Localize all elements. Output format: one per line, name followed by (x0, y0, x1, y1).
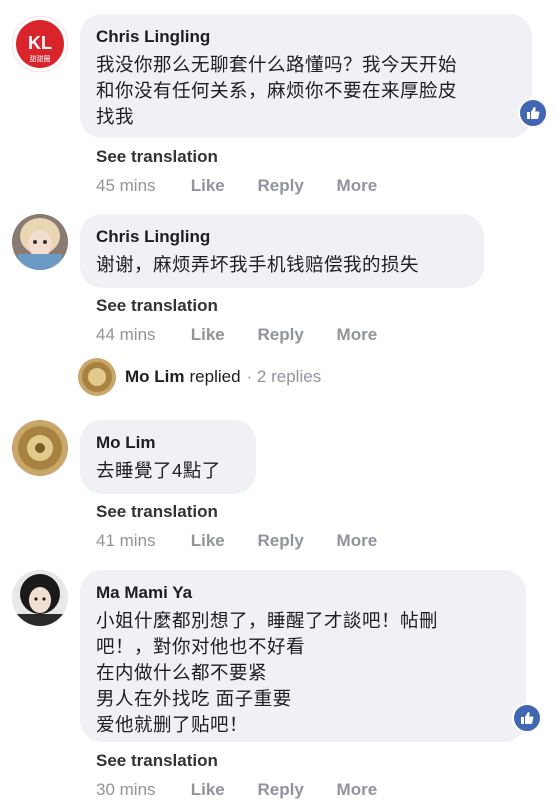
avatar[interactable] (12, 570, 68, 626)
more-button[interactable]: More (337, 780, 378, 800)
avatar-photo (12, 214, 68, 270)
comment-actions: 45 mins Like Reply More (96, 176, 405, 196)
more-button[interactable]: More (337, 325, 378, 345)
comment-bubble: Chris Lingling 谢谢，麻烦弄坏我手机钱赔偿我的损失 (80, 214, 484, 288)
reply-count[interactable]: · 2 replies (247, 367, 322, 387)
comment-timestamp: 30 mins (96, 780, 156, 799)
more-button[interactable]: More (337, 531, 378, 551)
comment-actions: 41 mins Like Reply More (96, 531, 405, 551)
comment-bubble: Mo Lim 去睡覺了4點了 (80, 420, 256, 494)
comment-timestamp: 41 mins (96, 531, 156, 550)
like-button[interactable]: Like (191, 325, 225, 345)
avatar[interactable] (12, 214, 68, 270)
comment-actions: 30 mins Like Reply More (96, 780, 405, 800)
avatar (78, 358, 116, 396)
reply-author[interactable]: Mo Lim (125, 367, 185, 387)
replied-label: replied (189, 367, 241, 386)
avatar[interactable]: KL 甜甜圈 (12, 16, 68, 72)
comment-author[interactable]: Chris Lingling (96, 26, 516, 48)
svg-text:KL: KL (28, 33, 52, 53)
avatar-photo (12, 420, 68, 476)
comment-timestamp: 44 mins (96, 325, 156, 344)
comment-text: 我没你那么无聊套什么路懂吗？我今天开始 和你没有任何关系，麻烦你不要在来厚脸皮 … (96, 54, 458, 127)
like-button[interactable]: Like (191, 176, 225, 196)
comment-text: 去睡覺了4點了 (96, 460, 221, 481)
see-translation-link[interactable]: See translation (96, 751, 218, 771)
see-translation-link[interactable]: See translation (96, 296, 218, 316)
reply-button[interactable]: Reply (258, 325, 304, 345)
see-translation-link[interactable]: See translation (96, 147, 218, 167)
avatar-kl-logo: KL 甜甜圈 (12, 16, 68, 72)
see-translation-link[interactable]: See translation (96, 502, 218, 522)
reply-button[interactable]: Reply (258, 176, 304, 196)
more-button[interactable]: More (337, 176, 378, 196)
avatar[interactable] (12, 420, 68, 476)
comment-actions: 44 mins Like Reply More (96, 325, 405, 345)
avatar-photo (12, 570, 68, 626)
reply-button[interactable]: Reply (258, 780, 304, 800)
comment-author[interactable]: Mo Lim (96, 432, 240, 454)
like-button[interactable]: Like (191, 780, 225, 800)
reply-button[interactable]: Reply (258, 531, 304, 551)
comment-text: 谢谢，麻烦弄坏我手机钱赔偿我的损失 (96, 254, 420, 275)
like-button[interactable]: Like (191, 531, 225, 551)
comment-timestamp: 45 mins (96, 176, 156, 195)
comment-bubble: Chris Lingling 我没你那么无聊套什么路懂吗？我今天开始 和你没有任… (80, 14, 532, 138)
svg-text:甜甜圈: 甜甜圈 (30, 54, 51, 63)
thumbs-up-icon[interactable] (512, 703, 542, 733)
comment-author[interactable]: Ma Mami Ya (96, 582, 510, 604)
view-replies-link[interactable]: Mo Lim replied · 2 replies (78, 358, 321, 396)
comment-bubble: Ma Mami Ya 小姐什麼都別想了，睡醒了才談吧！帖刪 吧！，對你对他也不好… (80, 570, 526, 742)
thumbs-up-icon[interactable] (518, 98, 548, 128)
comment-text: 小姐什麼都別想了，睡醒了才談吧！帖刪 吧！，對你对他也不好看 在内做什么都不要紧… (96, 610, 439, 735)
comment-author[interactable]: Chris Lingling (96, 226, 468, 248)
